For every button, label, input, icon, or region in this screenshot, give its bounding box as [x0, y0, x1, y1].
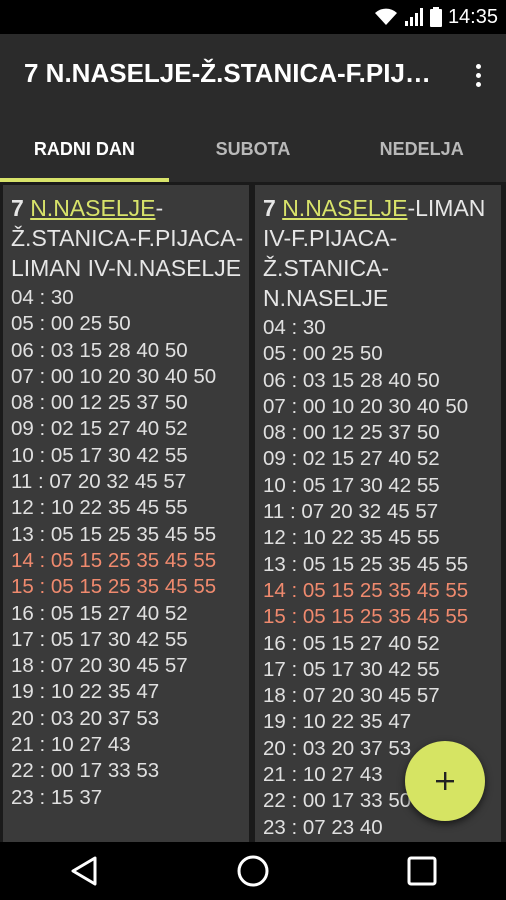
add-fab-button[interactable]: [405, 741, 485, 821]
tab-nedelja[interactable]: NEDELJA: [337, 116, 506, 182]
departure-row: 10 : 05 17 30 42 55: [11, 443, 188, 467]
timetable-direction-1: 7 N.NASELJE-Ž.STANICA-F.PIJACA-LIMAN IV-…: [3, 185, 249, 842]
departure-row: 14 : 05 15 25 35 45 55: [11, 548, 217, 572]
add-icon: [436, 772, 454, 790]
system-nav-bar: [0, 842, 506, 900]
route-number: 7: [263, 195, 276, 221]
departure-row: 06 : 03 15 28 40 50: [11, 338, 188, 362]
departure-row: 05 : 00 25 50: [263, 342, 383, 366]
wifi-icon: [374, 8, 397, 25]
route-heading: 7 N.NASELJE-Ž.STANICA-F.PIJACA-LIMAN IV-…: [11, 193, 249, 283]
departure-row: 04 : 30: [263, 316, 326, 339]
route-number: 7: [11, 195, 24, 221]
status-bar: 14:35: [0, 0, 506, 34]
departure-row: 09 : 02 15 27 40 52: [11, 417, 188, 441]
back-button[interactable]: [54, 842, 114, 900]
departure-row: 04 : 30: [11, 286, 74, 309]
departure-row: 13 : 05 15 25 35 45 55: [263, 552, 469, 576]
departure-row: 22 : 00 17 33 53: [11, 759, 160, 783]
departure-row: 18 : 07 20 30 45 57: [11, 654, 188, 678]
page-title: 7 N.NASELJE-Ž.STANICA-F.PIJACA-LIMAN IV-…: [24, 58, 444, 88]
signal-icon: [404, 8, 423, 26]
departure-row: 10 : 05 17 30 42 55: [263, 473, 440, 497]
tab-subota[interactable]: SUBOTA: [169, 116, 338, 182]
departure-row: 07 : 00 10 20 30 40 50: [263, 394, 469, 418]
overflow-menu-icon[interactable]: [466, 58, 490, 92]
departure-row: 09 : 02 15 27 40 52: [263, 447, 440, 471]
departure-list: 04 : 30 05 : 00 25 50 06 : 03 15 28 40 50 0…: [11, 285, 249, 811]
departure-row: 15 : 05 15 25 35 45 55: [11, 575, 217, 599]
departure-row: 15 : 05 15 25 35 45 55: [263, 605, 469, 629]
departure-row: 08 : 00 12 25 37 50: [11, 391, 188, 415]
back-icon: [71, 856, 97, 886]
timetable-direction-2: 7 N.NASELJE-LIMAN IV-F.PIJACA-Ž.STANICA-…: [255, 185, 501, 842]
departure-row: 11 : 07 20 32 45 57: [11, 470, 187, 494]
departure-row: 21 : 10 27 43: [11, 733, 131, 757]
battery-icon: [429, 7, 442, 27]
departure-row: 19 : 10 22 35 47: [263, 710, 412, 734]
departure-row: 06 : 03 15 28 40 50: [263, 368, 440, 392]
home-icon: [237, 855, 269, 887]
status-time: 14:35: [447, 5, 498, 28]
status-icons: 14:35: [374, 6, 498, 28]
departure-row: 19 : 10 22 35 47: [11, 680, 160, 704]
departure-row: 13 : 05 15 25 35 45 55: [11, 522, 217, 546]
departure-row: 12 : 10 22 35 45 55: [11, 496, 188, 520]
departure-row: 11 : 07 20 32 45 57: [263, 500, 439, 524]
recents-button[interactable]: [392, 842, 452, 900]
departure-row: 17 : 05 17 30 42 55: [11, 627, 188, 651]
departure-row: 12 : 10 22 35 45 55: [263, 526, 440, 550]
departure-row: 14 : 05 15 25 35 45 55: [263, 578, 469, 602]
recents-icon: [407, 856, 437, 886]
route-heading: 7 N.NASELJE-LIMAN IV-F.PIJACA-Ž.STANICA-…: [263, 193, 501, 313]
departure-row: 16 : 05 15 27 40 52: [263, 631, 440, 655]
departure-row: 16 : 05 15 27 40 52: [11, 601, 188, 625]
app-bar: 7 N.NASELJE-Ž.STANICA-F.PIJACA-LIMAN IV-…: [0, 34, 506, 116]
departure-row: 08 : 00 12 25 37 50: [263, 421, 440, 445]
route-start-link[interactable]: N.NASELJE: [30, 195, 155, 221]
departure-row: 07 : 00 10 20 30 40 50: [11, 364, 217, 388]
departure-row: 23 : 07 23 40: [263, 815, 383, 839]
tab-radni-dan[interactable]: RADNI DAN: [0, 116, 169, 182]
day-tabs: RADNI DAN SUBOTA NEDELJA: [0, 116, 506, 182]
departure-row: 18 : 07 20 30 45 57: [263, 684, 440, 708]
departure-row: 23 : 15 37: [11, 785, 103, 809]
departure-row: 20 : 03 20 37 53: [11, 706, 160, 730]
departure-row: 17 : 05 17 30 42 55: [263, 657, 440, 681]
home-button[interactable]: [223, 842, 283, 900]
route-start-link[interactable]: N.NASELJE: [282, 195, 407, 221]
departure-row: 05 : 00 25 50: [11, 312, 131, 336]
